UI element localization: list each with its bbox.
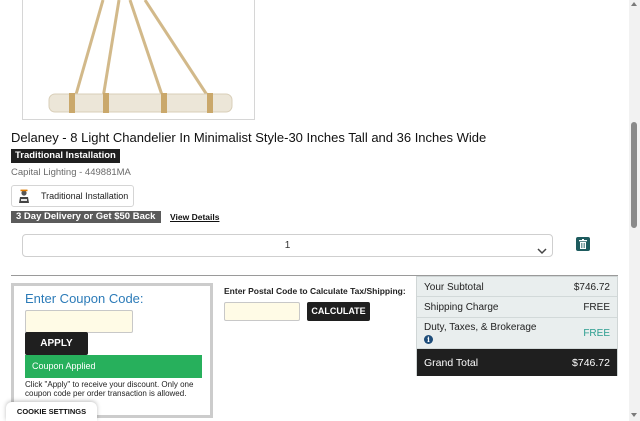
- duty-label: Duty, Taxes, & Brokerage: [424, 322, 537, 333]
- info-icon[interactable]: i: [424, 335, 433, 344]
- scroll-down-arrow-icon[interactable]: [631, 413, 637, 417]
- scroll-up-arrow-icon[interactable]: [631, 2, 637, 6]
- product-title: Delaney - 8 Light Chandelier In Minimali…: [11, 130, 487, 145]
- grand-total-label: Grand Total: [424, 357, 479, 369]
- installation-badge: Traditional Installation: [11, 149, 120, 163]
- quantity-select[interactable]: 1: [22, 234, 553, 257]
- remove-item-button[interactable]: [576, 237, 590, 251]
- apply-coupon-button[interactable]: APPLY: [25, 332, 88, 355]
- postal-code-input[interactable]: [224, 302, 300, 321]
- installation-option-label: Traditional Installation: [41, 191, 129, 201]
- view-details-link[interactable]: View Details: [170, 212, 219, 222]
- subtotal-row: Your Subtotal $746.72: [417, 277, 617, 297]
- chevron-down-icon: [537, 242, 547, 255]
- subtotal-value: $746.72: [573, 282, 610, 293]
- quantity-value: 1: [284, 240, 291, 251]
- duty-value: FREE: [583, 328, 610, 339]
- scrollbar-thumb[interactable]: [631, 122, 637, 228]
- subtotal-label: Your Subtotal: [424, 282, 484, 293]
- duty-row: Duty, Taxes, & Brokerage i FREE: [417, 318, 617, 349]
- postal-code-label: Enter Postal Code to Calculate Tax/Shipp…: [224, 286, 406, 296]
- trash-icon: [579, 239, 587, 249]
- grand-total-row: Grand Total $746.72: [417, 349, 617, 376]
- calculate-button[interactable]: CALCULATE: [307, 302, 370, 321]
- order-summary: Your Subtotal $746.72 Shipping Charge FR…: [416, 276, 618, 376]
- chandelier-photo: [48, 0, 233, 113]
- coupon-code-input[interactable]: [25, 310, 133, 333]
- delivery-badge: 3 Day Delivery or Get $50 Back: [11, 211, 161, 223]
- page-scrollbar[interactable]: [629, 0, 640, 421]
- coupon-panel: Enter Coupon Code: APPLY Coupon Applied …: [11, 283, 213, 418]
- brand-sku: Capital Lighting - 449881MA: [11, 167, 131, 178]
- grand-total-value: $746.72: [572, 357, 610, 369]
- coupon-title: Enter Coupon Code:: [25, 291, 144, 306]
- shipping-row: Shipping Charge FREE: [417, 297, 617, 318]
- installation-option[interactable]: Traditional Installation: [11, 185, 134, 207]
- product-image: [22, 0, 255, 120]
- cookie-settings-button[interactable]: COOKIE SETTINGS: [6, 402, 97, 421]
- coupon-status: Coupon Applied: [25, 355, 202, 378]
- installer-person-icon: [17, 189, 31, 204]
- shipping-label: Shipping Charge: [424, 302, 499, 313]
- coupon-help-text: Click "Apply" to receive your discount. …: [25, 380, 194, 398]
- shipping-value: FREE: [583, 302, 610, 313]
